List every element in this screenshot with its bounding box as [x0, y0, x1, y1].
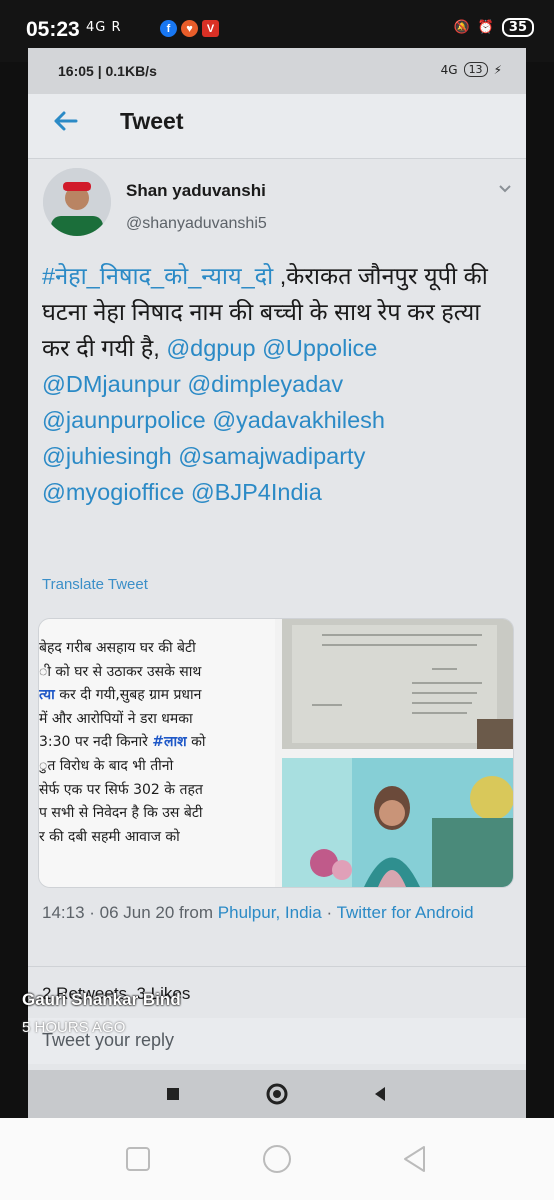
chevron-down-icon[interactable] [498, 182, 512, 196]
back-icon [375, 1087, 385, 1101]
media-text-lines: बेहद गरीब असहाय घर की बेटी ी को घर से उठ… [39, 640, 206, 845]
inner-status-bar: 16:05 | 0.1KB/s 4G 13 ⚡ [28, 48, 526, 94]
inner-nav-bar [28, 1070, 526, 1118]
hashtag-link[interactable]: #नेहा_निषाद_को_न्याय_दो [42, 263, 273, 289]
home-icon[interactable] [262, 1144, 292, 1174]
alarm-icon: ⏰ [477, 20, 494, 35]
recent-apps-icon[interactable] [123, 1144, 153, 1174]
tweet-timestamp: 14:13 · 06 Jun 20 from [42, 903, 218, 922]
facebook-icon: f [160, 20, 177, 37]
mention-link[interactable]: @Uppolice [262, 335, 377, 361]
mention-link[interactable]: @myogioffice [42, 479, 184, 505]
translate-tweet-link[interactable]: Translate Tweet [42, 576, 148, 593]
outer-clock: 05:23 [26, 18, 80, 41]
home-icon [266, 1083, 288, 1105]
mention-link[interactable]: @samajwadiparty [178, 443, 365, 469]
vmate-icon: V [202, 20, 219, 37]
tweet-meta: 14:13 · 06 Jun 20 from Phulpur, India · … [42, 903, 474, 922]
screenshot-photo: 16:05 | 0.1KB/s 4G 13 ⚡ Tweet Shan yaduv… [28, 48, 526, 1118]
media-image-text[interactable]: बेहद गरीब असहाय घर की बेटी ी को घर से उठ… [39, 619, 275, 887]
avatar[interactable] [43, 168, 111, 236]
mention-link[interactable]: @dgpup [166, 335, 255, 361]
inner-clock: 16:05 | 0.1KB/s [58, 63, 157, 79]
mention-link[interactable]: @DMjaunpur [42, 371, 181, 397]
inner-battery-icon: 13 [463, 62, 488, 77]
mute-icon: 🔕 [453, 20, 470, 35]
network-label: 4G [440, 62, 458, 77]
mention-link[interactable]: @yadavakhilesh [212, 407, 385, 433]
tweet-media-grid[interactable]: बेहद गरीब असहाय घर की बेटी ी को घर से उठ… [38, 618, 514, 888]
author-name[interactable]: Shan yaduvanshi [126, 181, 266, 201]
mention-link[interactable]: @BJP4India [191, 479, 322, 505]
battery-icon: 35 [501, 18, 534, 37]
back-arrow-icon[interactable] [50, 106, 80, 136]
tweet-text: #नेहा_निषाद_को_न्याय_दो ,केराकत जौनपुर य… [42, 258, 512, 510]
outer-nav-bar [0, 1118, 554, 1200]
story-timestamp: 5 HOURS AGO [22, 1019, 126, 1036]
mention-link[interactable]: @dimpleyadav [187, 371, 343, 397]
inner-status-right: 4G 13 ⚡ [441, 62, 502, 77]
author-handle[interactable]: @shanyaduvanshi5 [126, 215, 267, 233]
page-title: Tweet [120, 108, 184, 134]
outer-status-right: 🔕 ⏰ 35 [454, 18, 534, 37]
recent-apps-icon [167, 1088, 179, 1100]
back-icon[interactable] [400, 1144, 430, 1174]
charging-icon: ⚡ [493, 62, 502, 77]
mention-link[interactable]: @jaunpurpolice [42, 407, 206, 433]
app-icon: ♥ [181, 20, 198, 37]
story-author-name: Gauri Shankar Bind [22, 990, 181, 1009]
mention-link[interactable]: @juhiesingh [42, 443, 172, 469]
notification-icons: f ♥ V [160, 20, 219, 37]
signal-indicator: 4G R [86, 20, 122, 35]
divider [28, 966, 526, 967]
media-image-letter[interactable] [282, 619, 513, 749]
source-link[interactable]: Twitter for Android [337, 903, 474, 922]
location-link[interactable]: Phulpur, India [218, 903, 322, 922]
tweet-header: Tweet [28, 94, 526, 159]
media-image-portrait[interactable] [282, 758, 513, 887]
